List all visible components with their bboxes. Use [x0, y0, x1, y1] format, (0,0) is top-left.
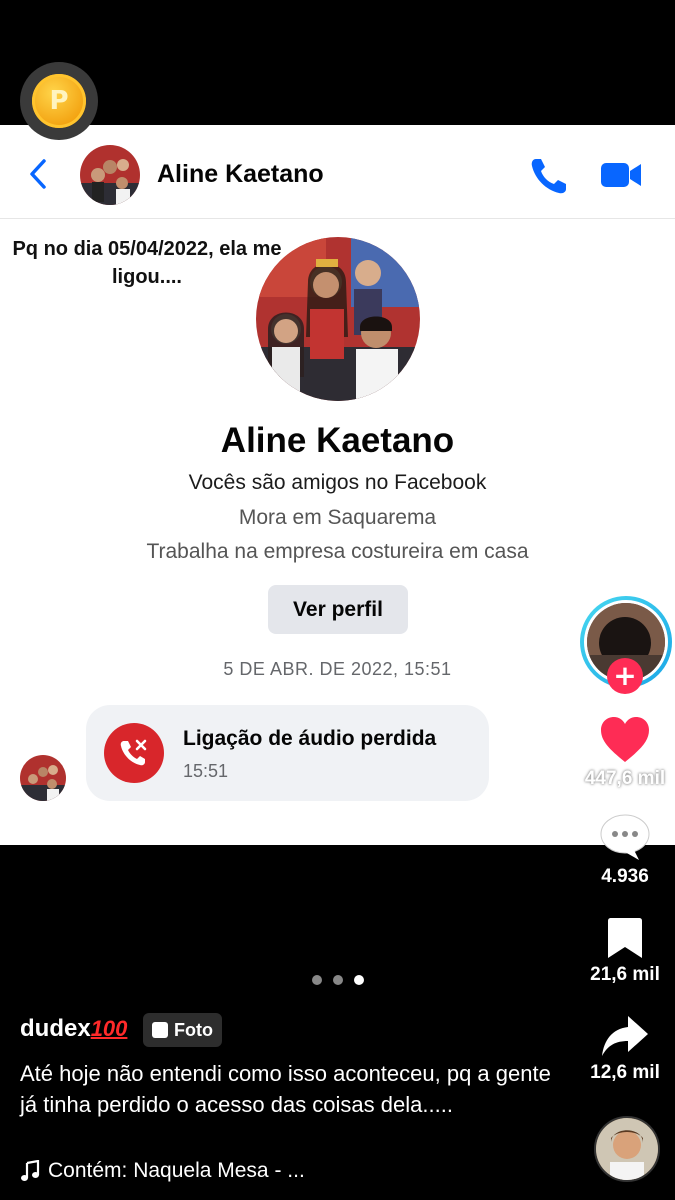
music-note-icon: [21, 1160, 40, 1181]
messenger-screenshot: Aline Kaetano Pq no dia 05/04/2022, ela …: [0, 125, 675, 845]
like-button[interactable]: 447,6 mil: [577, 716, 673, 790]
save-button[interactable]: 21,6 mil: [577, 916, 673, 986]
view-profile-button[interactable]: Ver perfil: [268, 585, 408, 634]
missed-call-message[interactable]: Ligação de áudio perdida 15:51: [86, 705, 489, 801]
music-disc-avatar[interactable]: [594, 1116, 660, 1182]
missed-call-icon: [104, 723, 164, 783]
comment-button[interactable]: 4.936: [577, 812, 673, 888]
slide-dot[interactable]: [333, 975, 343, 985]
friends-status: Vocês são amigos no Facebook: [188, 471, 487, 494]
work-text: Trabalha na empresa costureira em casa: [146, 540, 529, 563]
video-camera-icon[interactable]: [600, 159, 642, 191]
save-count: 21,6 mil: [590, 964, 660, 985]
comment-count: 4.936: [601, 866, 649, 887]
missed-call-time: 15:51: [183, 761, 229, 781]
profile-photo: [256, 237, 420, 401]
post-caption[interactable]: Até hoje não entendi como isso aconteceu…: [20, 1058, 560, 1120]
bookmark-icon: [608, 918, 642, 958]
coin-reward-button[interactable]: P: [20, 62, 98, 140]
caption-overlay-text: Pq no dia 05/04/2022, ela me ligou....: [12, 238, 282, 288]
profile-name: Aline Kaetano: [220, 421, 455, 460]
slide-indicator: [312, 975, 364, 985]
back-icon[interactable]: [24, 155, 54, 193]
comment-icon: [600, 814, 650, 860]
share-count: 12,6 mil: [590, 1062, 660, 1083]
username-text: dudex: [20, 1015, 91, 1042]
chat-contact-name: Aline Kaetano: [157, 160, 324, 188]
sender-avatar: [20, 755, 66, 801]
message-timestamp: 5 DE ABR. DE 2022, 15:51: [223, 659, 452, 679]
slide-dot[interactable]: [312, 975, 322, 985]
missed-call-title: Ligação de áudio perdida: [183, 727, 437, 750]
avatar[interactable]: [80, 145, 140, 205]
photo-badge-label: Foto: [174, 1019, 213, 1040]
photo-icon: [152, 1022, 168, 1038]
follow-button[interactable]: +: [607, 658, 643, 694]
music-info[interactable]: Contém: Naquela Mesa - ...: [20, 1159, 305, 1183]
username[interactable]: dudex100: [20, 1015, 127, 1043]
photo-badge: Foto: [143, 1013, 222, 1047]
phone-icon[interactable]: [528, 155, 572, 197]
music-title: Contém: Naquela Mesa - ...: [48, 1159, 305, 1182]
hundred-points-icon: 100: [90, 1016, 128, 1041]
coin-icon: P: [32, 74, 86, 128]
share-icon: [602, 1016, 648, 1056]
slide-dot-active[interactable]: [354, 975, 364, 985]
chat-header: Aline Kaetano: [0, 125, 675, 219]
like-count: 447,6 mil: [584, 768, 666, 789]
location-text: Mora em Saquarema: [238, 506, 437, 529]
share-button[interactable]: 12,6 mil: [577, 1014, 673, 1084]
heart-icon: [601, 717, 649, 762]
